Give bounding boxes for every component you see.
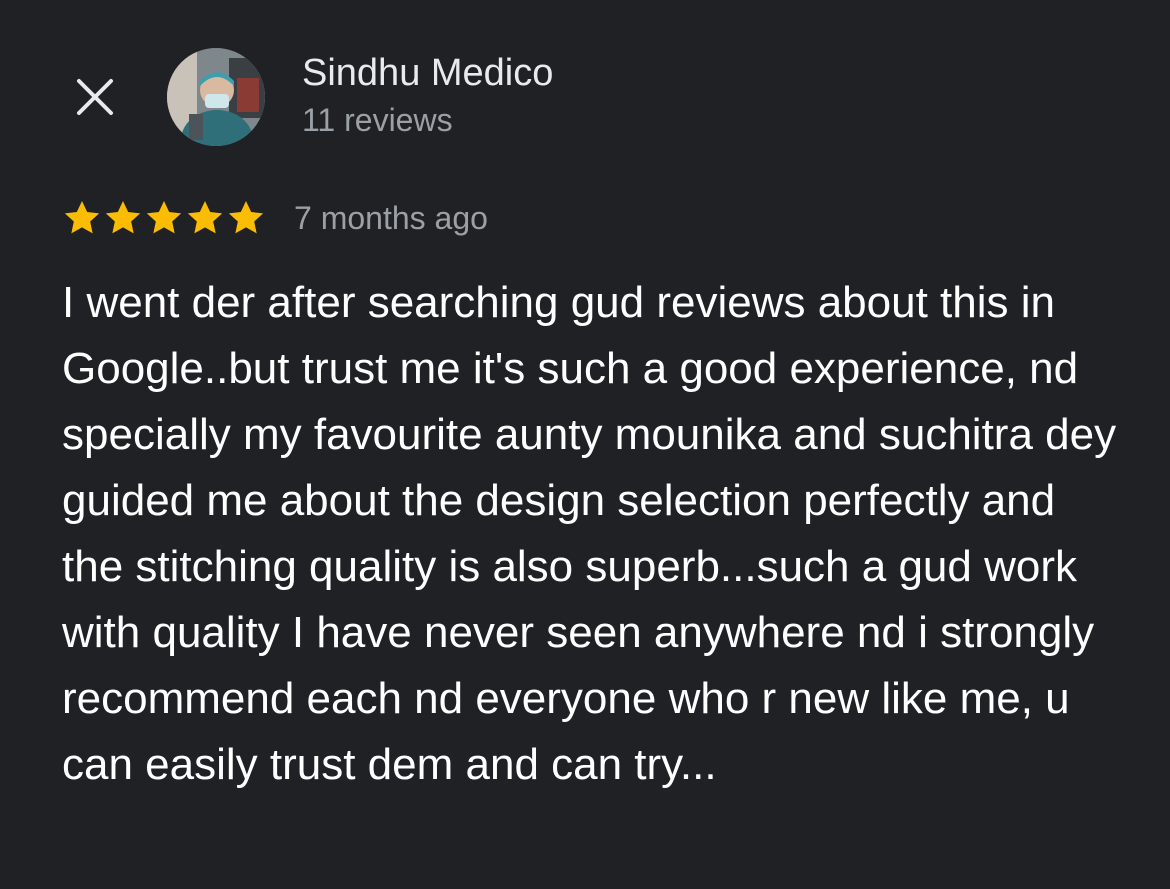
rating-row: 7 months ago — [62, 196, 488, 240]
star-icon — [64, 201, 100, 234]
star-rating — [62, 198, 266, 238]
close-button[interactable] — [70, 72, 120, 122]
profile-photo-icon — [167, 48, 265, 146]
avatar[interactable] — [167, 48, 265, 146]
star-icon — [146, 201, 182, 234]
author-name[interactable]: Sindhu Medico — [302, 52, 553, 95]
review-count: 11 reviews — [302, 102, 453, 138]
star-icon — [187, 201, 223, 234]
review-text: I went der after searching gud reviews a… — [62, 278, 1117, 789]
star-icon — [228, 201, 264, 234]
review-time: 7 months ago — [294, 199, 488, 236]
review-header: Sindhu Medico 11 reviews — [0, 0, 1170, 170]
close-icon — [77, 79, 113, 115]
star-icon — [105, 201, 141, 234]
